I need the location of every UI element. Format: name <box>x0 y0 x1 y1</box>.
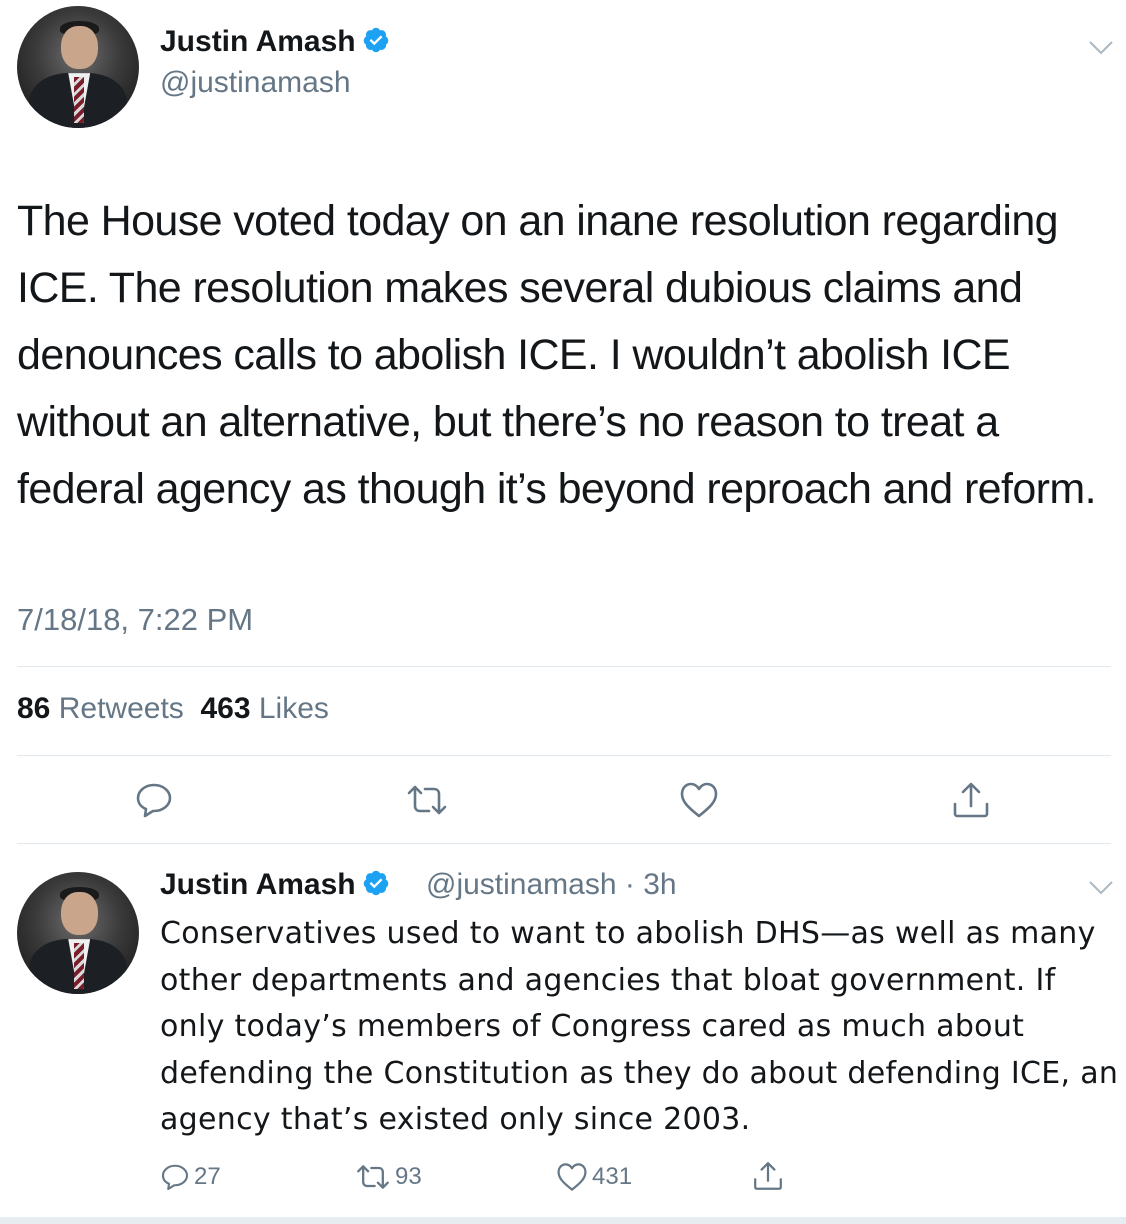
tweet-text: Conservatives used to want to abolish DH… <box>160 916 1119 1137</box>
like-button[interactable]: 431 <box>556 1162 632 1192</box>
like-button[interactable] <box>677 778 721 822</box>
reply-button[interactable]: 27 <box>160 1162 221 1192</box>
heart-icon <box>557 1163 587 1191</box>
share-icon <box>754 1162 782 1190</box>
share-button[interactable] <box>752 1160 784 1192</box>
like-count: 431 <box>592 1163 633 1190</box>
bottom-separator <box>0 1217 1126 1224</box>
reply-icon <box>136 783 172 818</box>
retweet-button[interactable]: 93 <box>355 1162 422 1192</box>
retweets-label: Retweets <box>58 692 184 725</box>
tweet-text: The House voted today on an inane resolu… <box>17 197 1097 513</box>
retweet-count: 93 <box>395 1163 422 1190</box>
retweet-icon <box>407 785 447 815</box>
retweets-count: 86 <box>17 692 51 725</box>
author-name[interactable]: Justin Amash <box>160 25 390 59</box>
retweet-button[interactable] <box>405 778 449 822</box>
likes-count: 463 <box>200 692 251 725</box>
reply-icon <box>161 1164 189 1191</box>
author-name-label: Justin Amash <box>160 868 356 901</box>
chevron-down-icon[interactable] <box>1088 880 1114 896</box>
reply-button[interactable] <box>132 778 176 822</box>
avatar[interactable] <box>17 6 139 128</box>
likes-label: Likes <box>258 692 329 725</box>
author-name-label: Justin Amash <box>160 25 356 58</box>
chevron-down-icon[interactable] <box>1088 40 1114 56</box>
divider <box>17 843 1111 844</box>
retweets-stat[interactable]: 86 Retweets <box>17 692 184 725</box>
avatar[interactable] <box>17 872 139 994</box>
verified-badge-icon <box>363 27 388 53</box>
retweet-icon <box>357 1165 389 1189</box>
engagement-stats: 86 Retweets 463 Likes <box>17 692 329 726</box>
likes-stat[interactable]: 463 Likes <box>200 692 328 725</box>
author-handle[interactable]: @justinamash <box>160 66 351 100</box>
reply-count: 27 <box>194 1163 221 1190</box>
heart-icon <box>680 782 718 818</box>
author-name[interactable]: Justin Amash <box>160 868 390 902</box>
author-handle-time[interactable]: @justinamash · 3h <box>426 868 677 902</box>
divider <box>17 755 1111 756</box>
verified-badge-icon <box>363 870 388 896</box>
tweet-timestamp: 7/18/18, 7:22 PM <box>17 602 254 637</box>
share-icon <box>953 782 989 818</box>
divider <box>17 666 1111 667</box>
share-button[interactable] <box>949 778 993 822</box>
